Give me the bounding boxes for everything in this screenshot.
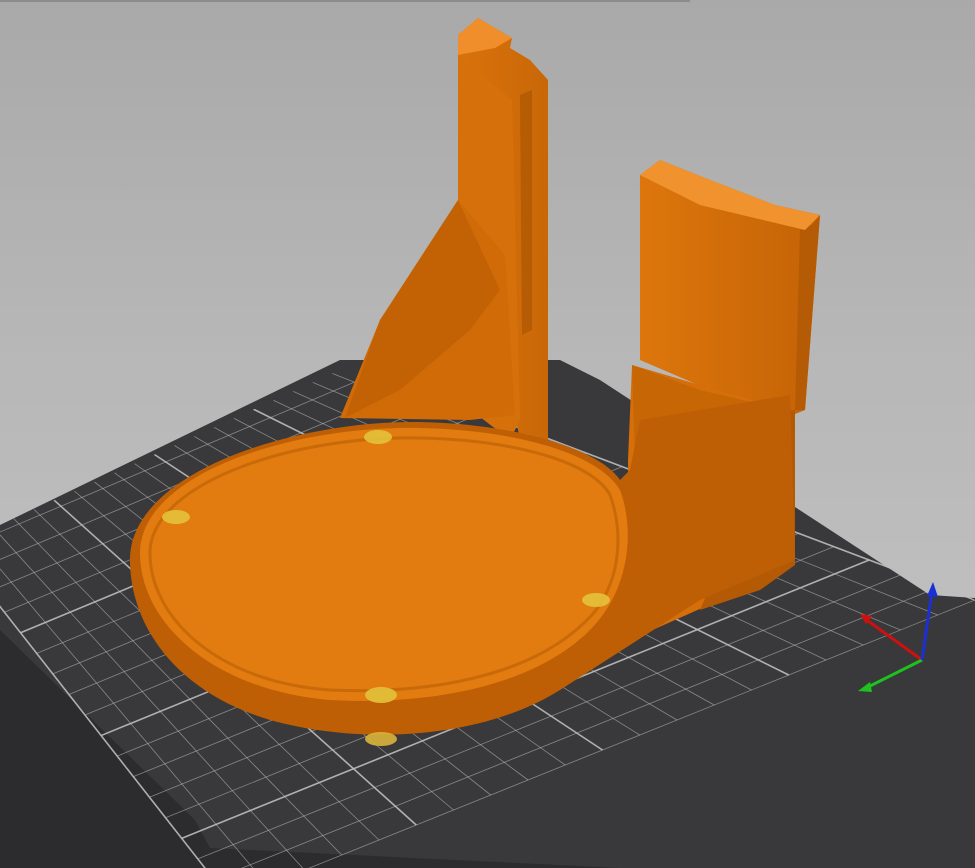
scene-canvas[interactable] bbox=[0, 0, 975, 868]
support-marker bbox=[162, 510, 190, 524]
support-marker bbox=[364, 430, 392, 444]
left-tower-slot bbox=[520, 90, 532, 335]
3d-viewport[interactable] bbox=[0, 0, 975, 868]
support-marker bbox=[582, 593, 610, 607]
support-marker bbox=[365, 687, 397, 703]
z-axis-arrow bbox=[927, 582, 938, 597]
support-marker bbox=[365, 732, 397, 746]
